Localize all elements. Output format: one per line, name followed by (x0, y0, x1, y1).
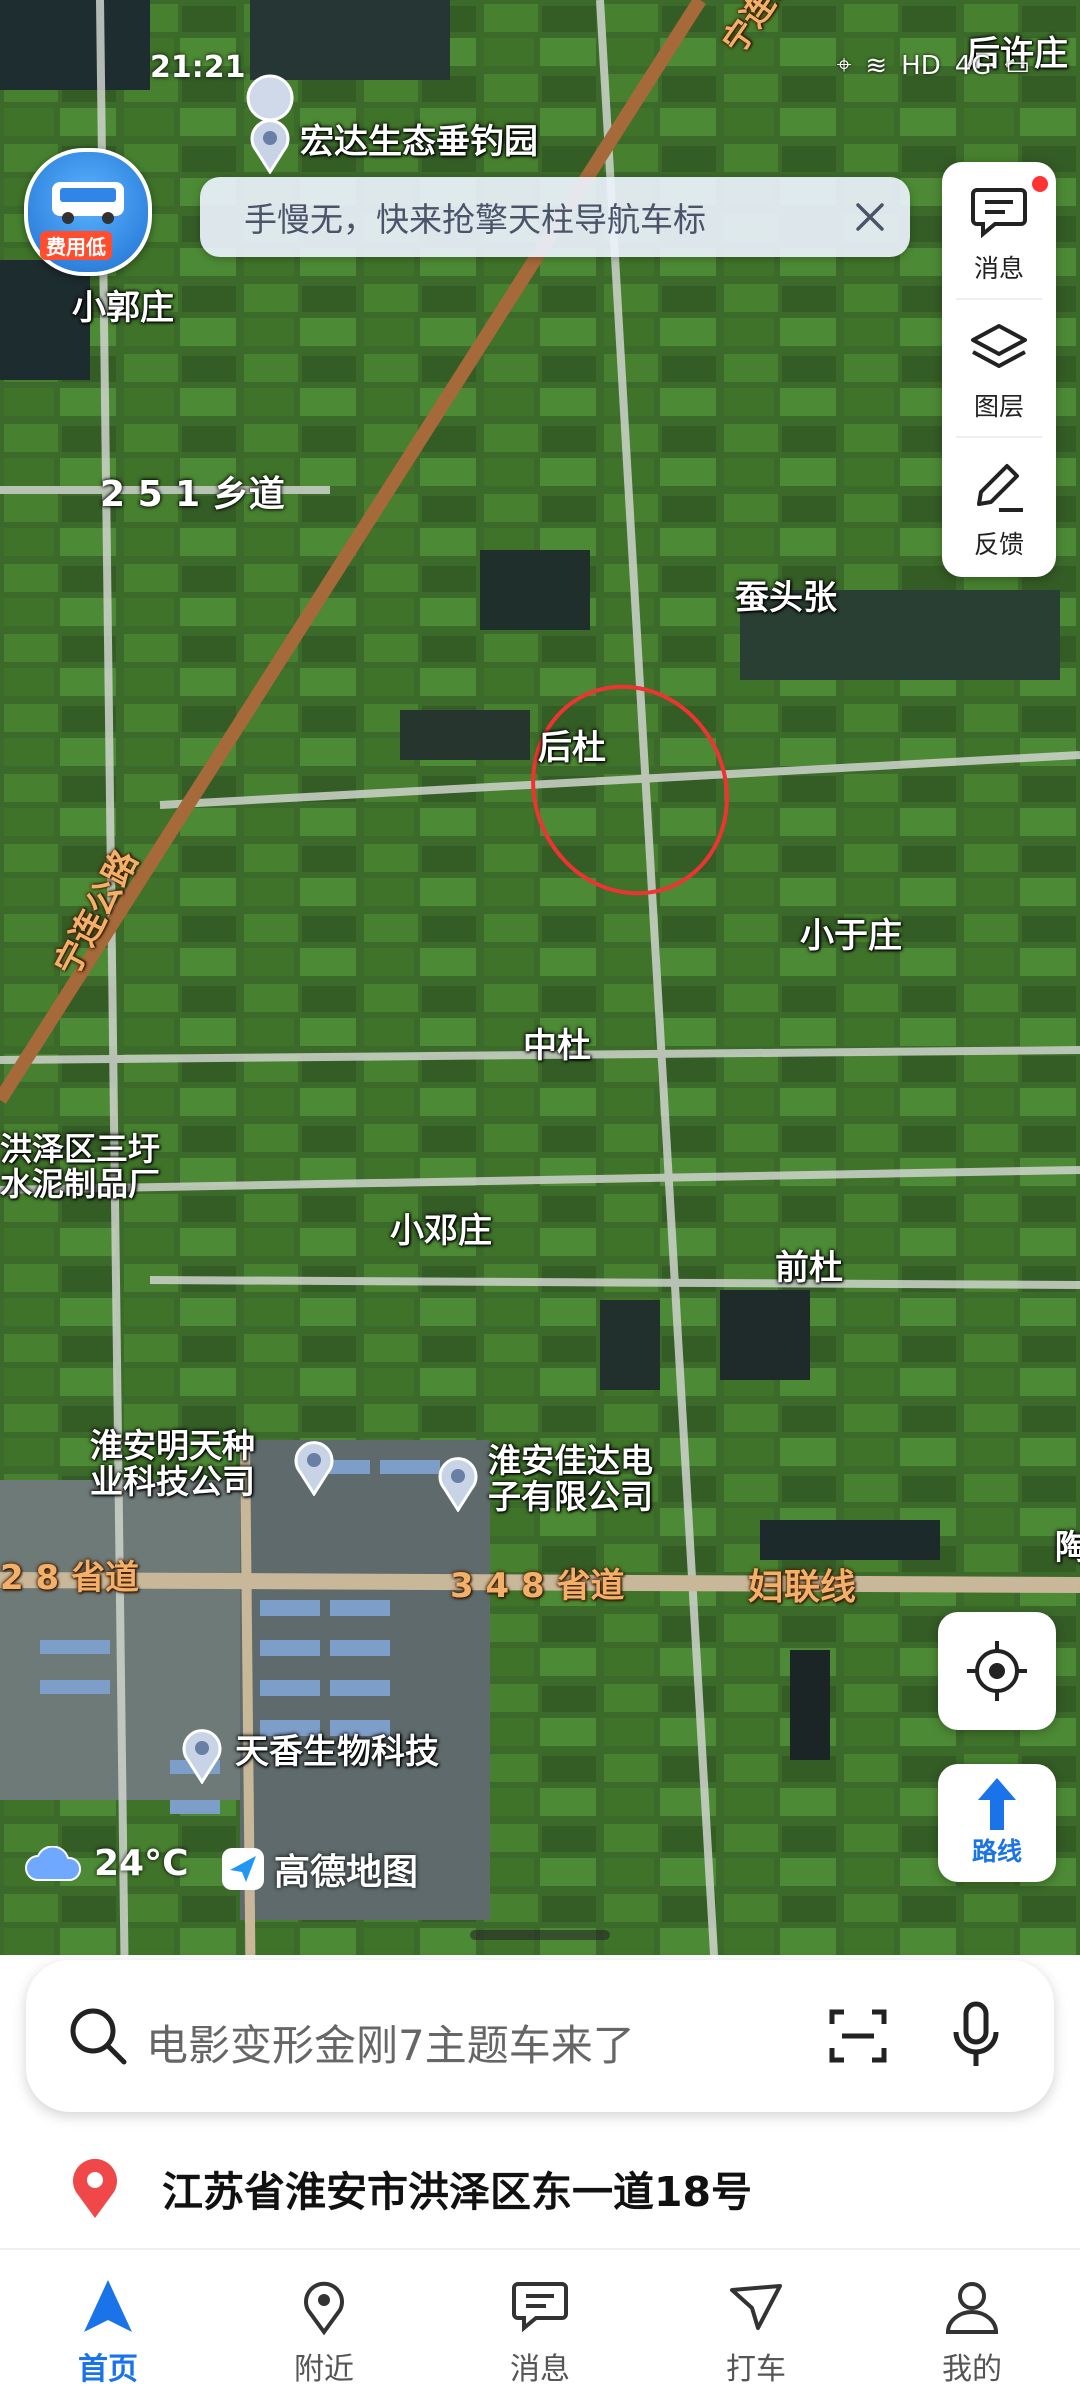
message-bubble-icon (512, 2282, 568, 2333)
poi-mingtian-seed-line1: 淮安明天种 (90, 1426, 255, 1465)
messages-label: 消息 (973, 254, 1024, 283)
place-zhongdu: 中杜 (523, 1026, 591, 1066)
status-icons: ⌖ ≋ HD 4G ▭ (837, 50, 1030, 81)
tab-home[interactable]: 首页 (0, 2250, 216, 2400)
place-xiaoguozhuang: 小郭庄 (72, 288, 174, 328)
tab-home-label: 首页 (78, 2352, 138, 2387)
amap-brand: 高德地图 (220, 1843, 418, 1895)
message-bubble-icon (971, 188, 1027, 239)
tab-nearby[interactable]: 附近 (216, 2250, 432, 2400)
place-sanwei-cement-line2: 水泥制品厂 (0, 1165, 161, 1204)
place-sanwei-cement-line1: 洪泽区三圩 (0, 1130, 161, 1168)
pencil-icon (977, 464, 1023, 512)
cloud-icon (25, 1845, 82, 1881)
place-sanwei-cement: 洪泽区三圩 水泥制品厂 (0, 1130, 161, 1204)
layers-icon (971, 324, 1027, 368)
road-28-provincial: 2 8 省道 (0, 1558, 139, 1598)
person-icon (945, 2282, 999, 2334)
road-348-provincial: 3 4 8 省道 (450, 1566, 625, 1606)
road-fulian-line: 妇联线 (748, 1567, 857, 1608)
feedback-label: 反馈 (973, 530, 1024, 559)
unread-dot (1032, 176, 1048, 192)
place-xiaoyuzhuang: 小于庄 (800, 916, 902, 956)
tab-profile[interactable]: 我的 (864, 2250, 1080, 2400)
bottom-tab-bar: 首页 附近 消息 打车 我的 (0, 2250, 1080, 2400)
poi-jiada-electronics[interactable]: 淮安佳达电 子有限公司 (488, 1441, 653, 1517)
signal-indicator: 4G (954, 50, 992, 81)
place-houdu: 后杜 (538, 728, 606, 768)
tab-messages-label: 消息 (510, 2352, 570, 2387)
bus-icon (52, 182, 124, 224)
map-pin-icon[interactable] (292, 1440, 336, 1496)
poi-hongda-fishing-park[interactable]: 宏达生态垂钓园 (300, 123, 538, 161)
location-pin-outline-icon (304, 2281, 344, 2336)
status-bar: 21:21 ⌖ ≋ HD 4G ▭ (0, 50, 1080, 90)
map-pin-icon[interactable] (180, 1728, 224, 1784)
close-icon[interactable] (842, 189, 898, 245)
tab-nearby-label: 附近 (294, 2352, 354, 2387)
place-xiaodengzhuang: 小邓庄 (390, 1211, 492, 1251)
poi-tianxiang-bio[interactable]: 天香生物科技 (235, 1733, 439, 1771)
navigation-arrow-icon (84, 2280, 132, 2332)
microphone-icon[interactable] (946, 2000, 1006, 2070)
battery-icon: ▭ (1005, 50, 1030, 81)
map-pin-icon[interactable] (436, 1456, 480, 1512)
search-placeholder: 电影变形金刚7主题车来了 (146, 2021, 635, 2070)
location-pin-icon (73, 2158, 117, 2218)
poi-mingtian-seed-line2: 业科技公司 (90, 1462, 255, 1502)
temperature: 24°C (94, 1843, 189, 1884)
weather-widget[interactable]: 24°C (24, 1843, 189, 1884)
wifi-icon: ≋ (865, 50, 888, 81)
brand-name: 高德地图 (274, 1852, 419, 1893)
current-address-row[interactable]: 江苏省淮安市洪泽区东一道18号 (0, 2130, 1080, 2240)
status-time: 21:21 (150, 50, 246, 85)
route-label: 路线 (971, 1837, 1022, 1866)
route-arrow-icon (978, 1778, 1016, 1830)
poi-jiada-electronics-line2: 子有限公司 (488, 1477, 653, 1517)
messages-button[interactable]: 消息 (942, 162, 1056, 297)
current-address: 江苏省淮安市洪泽区东一道18号 (162, 2168, 753, 2216)
tab-profile-label: 我的 (942, 2352, 1002, 2387)
promo-banner[interactable]: 手慢无，快来抢擎天柱导航车标 (200, 177, 910, 257)
feedback-button[interactable]: 反馈 (942, 438, 1056, 573)
search-bar[interactable]: 电影变形金刚7主题车来了 (26, 1960, 1054, 2112)
map-side-panel: 消息 图层 反馈 (942, 162, 1056, 577)
tab-taxi[interactable]: 打车 (648, 2250, 864, 2400)
amap-logo-icon (222, 1848, 264, 1890)
hd-indicator: HD (901, 50, 941, 81)
layers-button[interactable]: 图层 (942, 300, 1056, 435)
taxi-flag-icon (730, 2284, 782, 2330)
search-icon (70, 2008, 127, 2065)
layers-label: 图层 (973, 392, 1024, 421)
tab-messages[interactable]: 消息 (432, 2250, 648, 2400)
promo-text: 手慢无，快来抢擎天柱导航车标 (244, 200, 706, 239)
poi-mingtian-seed[interactable]: 淮安明天种 业科技公司 (90, 1426, 255, 1502)
place-tao: 陶 (1055, 1528, 1080, 1568)
place-cantouzhang: 蚕头张 (735, 578, 837, 618)
low-cost-label: 费用低 (40, 231, 112, 260)
place-qiandu: 前杜 (775, 1248, 843, 1288)
tab-taxi-label: 打车 (726, 2352, 786, 2387)
low-cost-bus-badge[interactable]: 费用低 (24, 148, 152, 276)
map-pin-icon[interactable] (248, 118, 292, 174)
crosshair-icon (967, 1641, 1027, 1701)
road-251-xiangdao: 2 5 1 乡道 (100, 474, 285, 515)
poi-jiada-electronics-line1: 淮安佳达电 (488, 1441, 653, 1480)
sheet-drag-handle[interactable] (470, 1930, 610, 1940)
locate-me-button[interactable] (938, 1612, 1056, 1730)
location-icon: ⌖ (836, 50, 852, 80)
route-button[interactable]: 路线 (938, 1764, 1056, 1882)
scan-icon[interactable] (826, 2004, 890, 2068)
